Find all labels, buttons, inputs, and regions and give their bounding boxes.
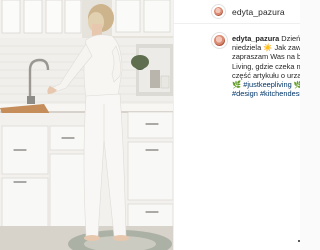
- caption-line: edyta_pazura Dzień d: [232, 34, 300, 43]
- caption-username-link[interactable]: edyta_pazura: [232, 34, 279, 43]
- kitchen-photo-illustration: [0, 0, 173, 250]
- hashtag-link[interactable]: #design #kitchendesign: [232, 89, 300, 98]
- plant-emoji: 🌿: [232, 80, 242, 90]
- username-link[interactable]: edyta_pazura: [232, 7, 285, 17]
- post-sidebar: edyta_pazura edyta_pazura Dzień d niedzi…: [173, 0, 300, 250]
- caption: edyta_pazura Dzień d niedziela ☀️ Jak za…: [232, 34, 300, 98]
- post-photo[interactable]: [0, 0, 173, 250]
- caption-line: Living, gdzie czeka na W: [232, 61, 300, 71]
- avatar[interactable]: [211, 4, 226, 19]
- caption-avatar[interactable]: [211, 32, 228, 49]
- post-header: edyta_pazura: [174, 0, 300, 24]
- caption-line: część artykułu o urządz: [232, 70, 300, 80]
- plant-emoji: 🌿: [292, 80, 300, 89]
- instagram-post: edyta_pazura edyta_pazura Dzień d niedzi…: [0, 0, 300, 250]
- hashtag-link[interactable]: #justkeepliving: [241, 80, 292, 89]
- caption-text: Dzień d: [281, 34, 300, 43]
- caption-line: zapraszam Was na blog: [232, 52, 300, 62]
- caption-line: niedziela ☀️ Jak zawsze: [232, 43, 300, 53]
- caption-line: 🌿 #justkeepliving 🌿: [232, 80, 300, 89]
